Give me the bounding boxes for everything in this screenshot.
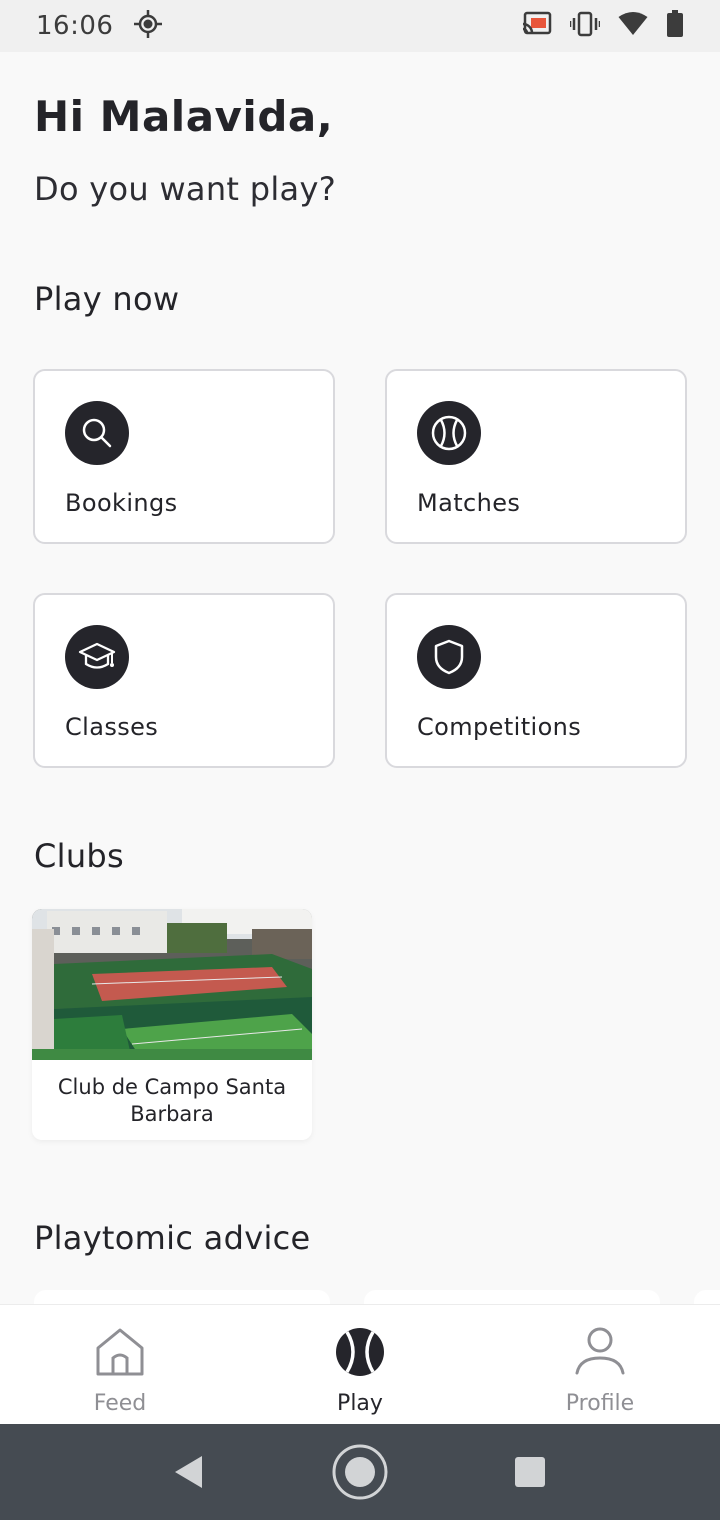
nav-profile-label: Profile	[565, 1391, 635, 1416]
home-button-icon[interactable]	[331, 1443, 389, 1505]
search-icon	[65, 401, 129, 465]
bottom-nav: Feed Play Profile	[0, 1304, 720, 1424]
greeting-title: Hi Malavida,	[34, 92, 334, 141]
greeting-subtitle: Do you want play?	[34, 170, 336, 208]
play-now-title: Play now	[34, 280, 180, 318]
bookings-label: Bookings	[65, 489, 178, 517]
competitions-card[interactable]: Competitions	[385, 593, 687, 768]
graduation-cap-icon	[65, 625, 129, 689]
nav-play-label: Play	[337, 1391, 383, 1416]
status-time: 16:06	[36, 11, 114, 41]
cast-icon	[522, 11, 552, 41]
nav-feed-label: Feed	[93, 1391, 147, 1416]
battery-icon	[666, 10, 684, 42]
vibrate-icon	[569, 11, 601, 41]
bookings-card[interactable]: Bookings	[33, 369, 335, 544]
classes-card[interactable]: Classes	[33, 593, 335, 768]
system-nav-bar	[0, 1424, 720, 1520]
advice-title: Playtomic advice	[34, 1219, 311, 1257]
location-icon	[133, 9, 163, 43]
clubs-title: Clubs	[34, 837, 124, 875]
back-icon[interactable]	[172, 1454, 204, 1494]
club-name: Club de Campo Santa Barbara	[57, 1075, 287, 1126]
wifi-icon	[618, 12, 648, 40]
club-card[interactable]: Club de Campo Santa Barbara	[32, 909, 312, 1140]
ball-icon	[333, 1325, 387, 1379]
nav-play[interactable]: Play	[240, 1305, 480, 1424]
nav-profile[interactable]: Profile	[480, 1305, 720, 1424]
nav-feed[interactable]: Feed	[0, 1305, 240, 1424]
competitions-label: Competitions	[417, 713, 582, 741]
person-icon	[573, 1325, 627, 1379]
classes-label: Classes	[65, 713, 159, 741]
recents-icon[interactable]	[514, 1456, 546, 1492]
matches-label: Matches	[417, 489, 521, 517]
club-photo	[32, 909, 312, 1060]
status-bar: 16:06	[0, 0, 720, 52]
ball-icon	[417, 401, 481, 465]
shield-icon	[417, 625, 481, 689]
home-icon	[93, 1325, 147, 1379]
matches-card[interactable]: Matches	[385, 369, 687, 544]
